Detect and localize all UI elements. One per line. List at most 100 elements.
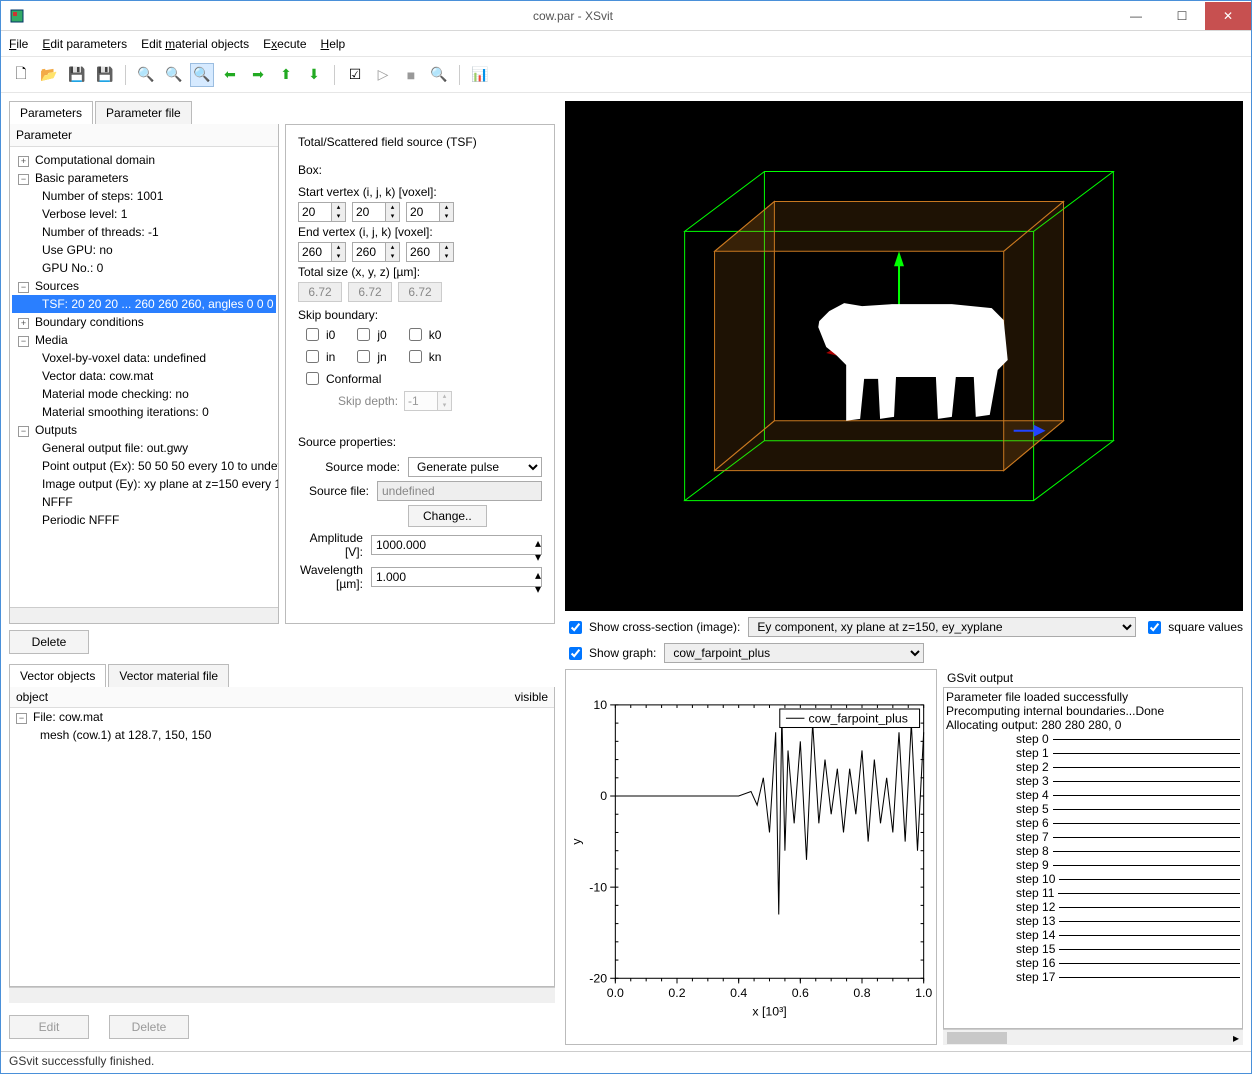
log-step: step 11: [946, 886, 1240, 900]
skip-jn[interactable]: jn: [353, 347, 386, 366]
tree-item-media[interactable]: −Media: [12, 331, 276, 349]
vector-scrollbar[interactable]: [9, 987, 555, 1003]
end-k-input[interactable]: ▴▾: [406, 242, 454, 262]
skip-kn[interactable]: kn: [405, 347, 442, 366]
show-graph-checkbox[interactable]: Show graph:: [565, 644, 656, 663]
tree-item-tsf[interactable]: TSF: 20 20 20 ... 260 260 260, angles 0 …: [12, 295, 276, 313]
output-scrollbar[interactable]: ▸: [943, 1029, 1243, 1045]
skip-j0[interactable]: j0: [353, 325, 386, 344]
arrow-left-icon[interactable]: ⬅: [218, 63, 242, 87]
save-icon[interactable]: 💾: [65, 63, 89, 87]
tree-item-verbose[interactable]: Verbose level: 1: [12, 205, 276, 223]
zoom-fit-icon[interactable]: 🔍: [190, 63, 214, 87]
tree-item-nsteps[interactable]: Number of steps: 1001: [12, 187, 276, 205]
start-i-input[interactable]: ▴▾: [298, 202, 346, 222]
tree-item-nfff[interactable]: NFFF: [12, 493, 276, 511]
3d-viewport[interactable]: [565, 101, 1243, 611]
open-icon[interactable]: 📂: [37, 63, 61, 87]
tab-parameters[interactable]: Parameters: [9, 101, 93, 124]
log-step: step 12: [946, 900, 1240, 914]
tree-item-bc[interactable]: +Boundary conditions: [12, 313, 276, 331]
toggle-icon[interactable]: −: [16, 713, 27, 724]
tab-vector-material-file[interactable]: Vector material file: [108, 664, 229, 687]
menu-execute[interactable]: Execute: [263, 37, 306, 51]
tab-parameter-file[interactable]: Parameter file: [95, 101, 192, 124]
end-j-input[interactable]: ▴▾: [352, 242, 400, 262]
toggle-icon[interactable]: +: [18, 156, 29, 167]
vector-list[interactable]: objectvisible −File: cow.mat mesh (cow.1…: [9, 687, 555, 987]
start-vertex-label: Start vertex (i, j, k) [voxel]:: [298, 185, 542, 199]
toggle-icon[interactable]: −: [18, 282, 29, 293]
source-mode-select[interactable]: Generate pulse: [408, 457, 542, 477]
vector-file-label: File: cow.mat: [33, 710, 103, 724]
wavelength-label: Wavelength [µm]:: [298, 563, 371, 591]
skip-i0[interactable]: i0: [302, 325, 335, 344]
minimize-button[interactable]: —: [1113, 2, 1159, 30]
save-as-icon[interactable]: 💾: [93, 63, 117, 87]
arrow-up-icon[interactable]: ⬆: [274, 63, 298, 87]
change-button[interactable]: Change..: [408, 505, 487, 527]
vector-delete-button[interactable]: Delete: [109, 1015, 189, 1039]
conformal-checkbox[interactable]: Conformal: [302, 369, 542, 388]
arrow-down-icon[interactable]: ⬇: [302, 63, 326, 87]
svg-text:-20: -20: [589, 971, 607, 985]
tree-item-mmc[interactable]: Material mode checking: no: [12, 385, 276, 403]
tree-item-gpu[interactable]: Use GPU: no: [12, 241, 276, 259]
skip-in[interactable]: in: [302, 347, 335, 366]
tree-item-comp_domain[interactable]: +Computational domain: [12, 151, 276, 169]
graph-select[interactable]: cow_farpoint_plus: [664, 643, 924, 663]
tree-item-iout[interactable]: Image output (Ey): xy plane at z=150 eve…: [12, 475, 276, 493]
close-button[interactable]: ✕: [1205, 2, 1251, 30]
toolbar: 🗋 📂 💾 💾 🔍 🔍 🔍 ⬅ ➡ ⬆ ⬇ ☑ ▷ ■ 🔍 📊: [1, 57, 1251, 93]
tree-item-pnfff[interactable]: Periodic NFFF: [12, 511, 276, 529]
menubar: File Edit parameters Edit material objec…: [1, 31, 1251, 57]
log-line: Allocating output: 280 280 280, 0: [946, 718, 1240, 732]
end-i-input[interactable]: ▴▾: [298, 242, 346, 262]
show-cross-section-checkbox[interactable]: Show cross-section (image):: [565, 618, 740, 637]
menu-file[interactable]: File: [9, 37, 28, 51]
tree-item-gpuno[interactable]: GPU No.: 0: [12, 259, 276, 277]
tree-item-voxel[interactable]: Voxel-by-voxel data: undefined: [12, 349, 276, 367]
maximize-button[interactable]: ☐: [1159, 2, 1205, 30]
toggle-icon[interactable]: +: [18, 318, 29, 329]
arrow-right-icon[interactable]: ➡: [246, 63, 270, 87]
toggle-icon[interactable]: −: [18, 336, 29, 347]
tree-item-vec[interactable]: Vector data: cow.mat: [12, 367, 276, 385]
zoom-in-icon[interactable]: 🔍: [134, 63, 158, 87]
start-k-input[interactable]: ▴▾: [406, 202, 454, 222]
menu-help[interactable]: Help: [321, 37, 346, 51]
gwyddion-icon[interactable]: 📊: [468, 63, 492, 87]
output-log[interactable]: Parameter file loaded successfullyPrecom…: [943, 687, 1243, 1029]
tree-item-sources[interactable]: −Sources: [12, 277, 276, 295]
parameter-tree[interactable]: +Computational domain−Basic parametersNu…: [10, 147, 278, 607]
new-icon[interactable]: 🗋: [9, 63, 33, 87]
tree-scrollbar[interactable]: [10, 607, 278, 623]
toggle-icon[interactable]: −: [18, 426, 29, 437]
skip-k0[interactable]: k0: [405, 325, 442, 344]
menu-edit-material[interactable]: Edit material objects: [141, 37, 249, 51]
tree-item-pout[interactable]: Point output (Ex): 50 50 50 every 10 to …: [12, 457, 276, 475]
square-values-checkbox[interactable]: square values: [1144, 618, 1243, 637]
stop-icon[interactable]: ■: [399, 63, 423, 87]
cross-section-select[interactable]: Ey component, xy plane at z=150, ey_xypl…: [748, 617, 1136, 637]
vector-header-object: object: [16, 690, 515, 704]
tree-item-basic[interactable]: −Basic parameters: [12, 169, 276, 187]
search-icon[interactable]: 🔍: [427, 63, 451, 87]
delete-button[interactable]: Delete: [9, 630, 89, 654]
vector-edit-button[interactable]: Edit: [9, 1015, 89, 1039]
vector-mesh-item[interactable]: mesh (cow.1) at 128.7, 150, 150: [10, 726, 554, 744]
tree-item-nthreads[interactable]: Number of threads: -1: [12, 223, 276, 241]
toggle-icon[interactable]: −: [18, 174, 29, 185]
play-icon[interactable]: ▷: [371, 63, 395, 87]
log-step: step 15: [946, 942, 1240, 956]
tree-item-msi[interactable]: Material smoothing iterations: 0: [12, 403, 276, 421]
zoom-out-icon[interactable]: 🔍: [162, 63, 186, 87]
menu-edit-parameters[interactable]: Edit parameters: [42, 37, 127, 51]
check-icon[interactable]: ☑: [343, 63, 367, 87]
tree-item-genout[interactable]: General output file: out.gwy: [12, 439, 276, 457]
wavelength-input[interactable]: ▴▾: [371, 567, 542, 587]
amplitude-input[interactable]: ▴▾: [371, 535, 542, 555]
tree-item-outputs[interactable]: −Outputs: [12, 421, 276, 439]
start-j-input[interactable]: ▴▾: [352, 202, 400, 222]
tab-vector-objects[interactable]: Vector objects: [9, 664, 106, 687]
